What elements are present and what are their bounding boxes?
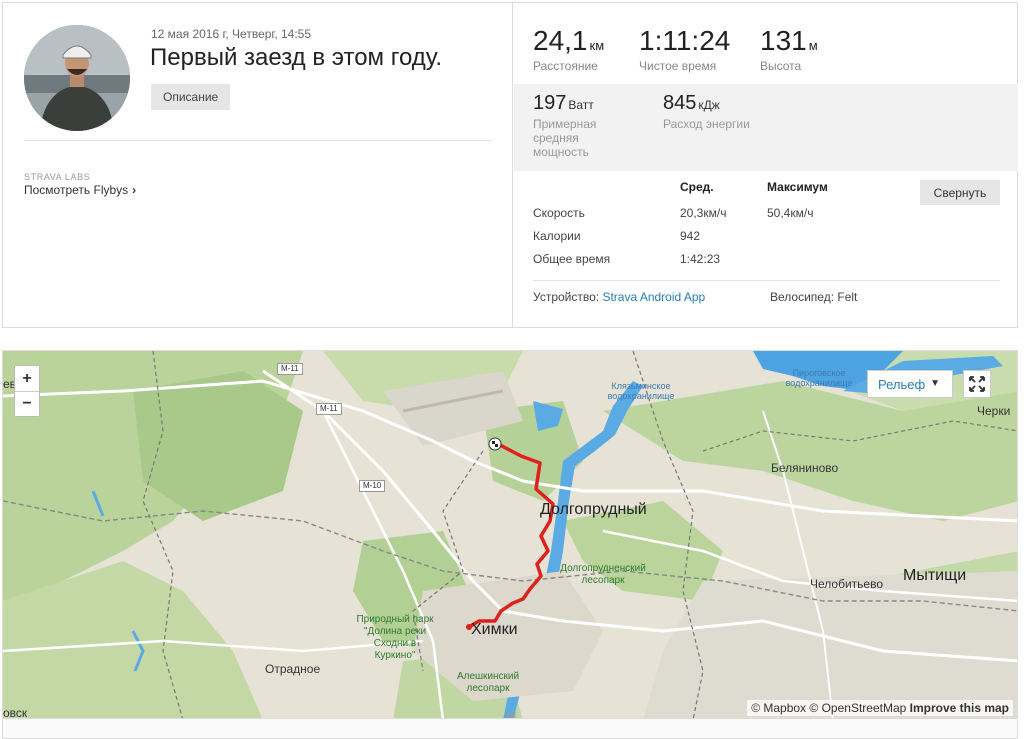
- collapse-button[interactable]: Свернуть: [920, 180, 1000, 205]
- power-value: 197: [533, 92, 567, 114]
- distance-unit: км: [589, 38, 605, 53]
- map-label-pirogov-reservoir: Пироговское водохранилище: [785, 368, 853, 388]
- map-road-shield-m10: M-10: [359, 480, 386, 492]
- row-elapsed-avg: 1:42:23: [680, 252, 721, 266]
- map-label-khimki: Химки: [471, 621, 518, 638]
- row-speed-label: Скорость: [533, 206, 585, 220]
- divider: [533, 280, 1000, 281]
- improve-map-link[interactable]: Improve this map: [910, 701, 1009, 715]
- power-unit: Ватт: [568, 98, 594, 112]
- map-label-chelobitevo: Челобитьево: [810, 577, 883, 591]
- column-avg-header: Сред.: [680, 180, 714, 194]
- map-road-shield-m11: M-11: [316, 403, 342, 415]
- activity-summary-panel: 12 мая 2016 г, Четверг, 14:55 Первый зае…: [2, 2, 1018, 328]
- energy-unit: кДж: [698, 98, 720, 112]
- row-calories-avg: 942: [680, 229, 701, 243]
- activity-date: 12 мая 2016 г, Четверг, 14:55: [151, 27, 312, 41]
- distance-label: Расстояние: [533, 59, 598, 73]
- description-button[interactable]: Описание: [151, 84, 231, 110]
- map-label-cherki: Черки: [977, 404, 1011, 418]
- bike-label: Велосипед:: [770, 290, 835, 304]
- divider: [24, 140, 492, 141]
- distance-value: 24,1: [533, 25, 588, 56]
- activity-header: 12 мая 2016 г, Четверг, 14:55 Первый зае…: [3, 3, 513, 327]
- chevron-right-icon: ›: [132, 183, 137, 197]
- map-label-dolgoprudny-forest: Долгопрудненский лесопарк: [560, 563, 646, 586]
- secondary-stats: 197 Ватт Примерная средняя мощность 845 кД…: [514, 84, 1018, 171]
- athlete-avatar[interactable]: [24, 25, 130, 131]
- stat-elevation: 131 м Высота: [760, 25, 818, 73]
- flybys-link-label: Посмотреть Flybys: [24, 183, 129, 197]
- caret-down-icon: ▼: [930, 378, 940, 389]
- map-terrain: [3, 351, 1017, 718]
- stat-energy: 845 кДж Расход энергии: [663, 92, 750, 131]
- activity-stats: 24,1 км Расстояние 1:11:24 Чистое время 1…: [514, 3, 1018, 327]
- energy-value: 845: [663, 92, 697, 114]
- mapbox-attribution-link[interactable]: © Mapbox: [751, 701, 806, 715]
- device-info: Устройство: Strava Android App: [533, 290, 705, 304]
- flybys-link[interactable]: Посмотреть Flybys ›: [24, 183, 136, 197]
- map-label-belyaninovo: Беляниново: [771, 461, 839, 475]
- row-calories-label: Калории: [533, 229, 581, 243]
- activity-title: Первый заезд в этом году.: [150, 44, 443, 71]
- elevation-unit: м: [808, 38, 818, 53]
- map-label-dolgoprudny: Долгопрудный: [540, 501, 647, 518]
- elevation-label: Высота: [760, 59, 802, 73]
- fullscreen-icon: [969, 376, 985, 392]
- column-max-header: Максимум: [767, 180, 828, 194]
- stat-distance: 24,1 км Расстояние: [533, 25, 604, 73]
- fullscreen-button[interactable]: [963, 370, 991, 398]
- zoom-control: + −: [14, 365, 40, 417]
- moving-time-value: 1:11:24: [639, 25, 731, 56]
- resize-grip-icon[interactable]: [503, 712, 519, 718]
- stat-power: 197 Ватт Примерная средняя мощность: [533, 92, 623, 159]
- map-attribution: © Mapbox © OpenStreetMap Improve this ma…: [747, 700, 1013, 716]
- row-speed-max: 50,4км/ч: [767, 206, 814, 220]
- map-label-otradnoe: Отрадное: [265, 662, 321, 676]
- map-layer-dropdown[interactable]: Рельеф ▼: [867, 370, 953, 398]
- map-label-aleshkinsky-forest: Алешкинский лесопарк: [456, 671, 520, 694]
- map-label-skhodnya-park: Природный парк "Долина реки Сходни в Кур…: [356, 614, 434, 661]
- map-layer-label: Рельеф: [878, 376, 926, 392]
- power-label: Примерная средняя мощность: [533, 117, 597, 159]
- strava-labs-heading: STRAVA LABS: [24, 172, 91, 182]
- device-label: Устройство:: [533, 290, 600, 304]
- elevation-value: 131: [760, 25, 807, 56]
- moving-time-label: Чистое время: [639, 59, 717, 73]
- energy-label: Расход энергии: [663, 117, 750, 131]
- map-footer-bar: [2, 719, 1018, 739]
- bike-info: Велосипед: Felt: [770, 290, 857, 304]
- stat-moving-time: 1:11:24 Чистое время: [639, 25, 730, 73]
- osm-attribution-link[interactable]: © OpenStreetMap: [809, 701, 906, 715]
- row-speed-avg: 20,3км/ч: [680, 206, 727, 220]
- zoom-in-button[interactable]: +: [15, 366, 39, 391]
- route-map[interactable]: Долгопрудный Мытищи Химки Беляниново Чел…: [2, 350, 1018, 719]
- map-road-shield-m11: M-11: [277, 363, 303, 375]
- row-elapsed-label: Общее время: [533, 252, 611, 266]
- bike-value: Felt: [837, 290, 858, 304]
- map-label-mytishchi: Мытищи: [903, 567, 967, 584]
- device-link[interactable]: Strava Android App: [602, 290, 705, 304]
- zoom-out-button[interactable]: −: [15, 391, 39, 416]
- map-label-klyazma-reservoir: Клязьминское водохранилище: [607, 381, 675, 401]
- rider-avatar-icon: [24, 25, 130, 131]
- map-label-ovsk: овск: [3, 706, 28, 719]
